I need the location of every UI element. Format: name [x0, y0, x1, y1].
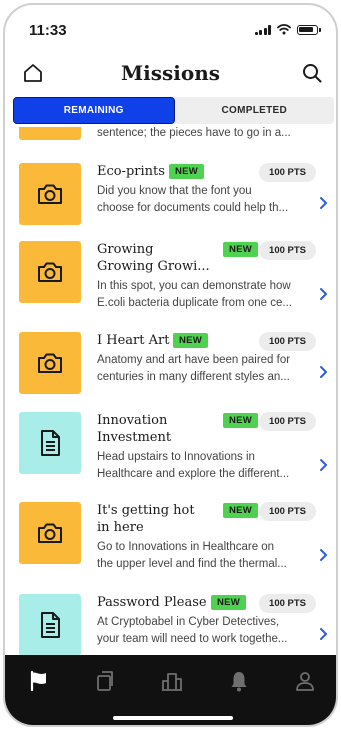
mission-description-line: Anatomy and art have been paired for	[97, 354, 291, 366]
new-badge: NEW	[169, 164, 205, 179]
list-item[interactable]: Password Please NEW 100 PTS At Cryptobabel …	[5, 594, 336, 655]
mission-title: It's getting hot in here	[97, 502, 215, 536]
mission-tabs: REMAINING COMPLETED	[13, 97, 334, 124]
points-badge: 100 PTS	[259, 412, 316, 431]
mission-description-line: In this spot, you can demonstrate how	[97, 280, 291, 292]
mission-title-line: Growing	[97, 242, 154, 257]
mission-description: Go to Innovations in Healthcare on the up…	[97, 539, 313, 573]
mission-title: I Heart Art	[97, 332, 169, 349]
mission-description-line: Head upstairs to Innovations in	[97, 451, 255, 463]
mission-description-line: E.coli bacteria duplicate from one ce...	[97, 297, 292, 309]
list-item-partial[interactable]: sentence; the pieces have to go in a...	[5, 127, 336, 143]
camera-tile	[19, 332, 81, 394]
camera-tile	[19, 163, 81, 225]
status-bar: 11:33	[5, 5, 336, 49]
signal-icon	[254, 24, 271, 35]
chevron-right-icon[interactable]	[318, 196, 328, 210]
mission-title-line: Innovation	[97, 413, 168, 428]
mission-description-line: centuries in many different styles an...	[97, 371, 290, 383]
bell-icon[interactable]	[227, 669, 251, 693]
phone-frame: 11:33 Missions REMAINING COMPLETED sente…	[3, 3, 338, 727]
mission-description-line: At Cryptobabel in Cyber Detectives,	[97, 616, 280, 628]
bottom-nav	[5, 655, 336, 725]
list-item[interactable]: Innovation Investment NEW 100 PTS Head upsta…	[5, 412, 336, 488]
chevron-right-icon[interactable]	[318, 458, 328, 472]
points-badge: 100 PTS	[259, 163, 316, 182]
camera-tile	[19, 241, 81, 303]
new-badge: NEW	[223, 242, 259, 257]
profile-icon[interactable]	[293, 669, 317, 693]
new-badge: NEW	[223, 503, 259, 518]
cards-icon[interactable]	[93, 669, 117, 693]
new-badge: NEW	[173, 333, 209, 348]
tab-completed[interactable]: COMPLETED	[175, 97, 335, 124]
list-item[interactable]: Growing Growing Growi... NEW 100 PTS In this…	[5, 241, 336, 317]
mission-description-line: the upper level and find the thermal...	[97, 558, 287, 570]
points-badge: 100 PTS	[259, 502, 316, 521]
mission-description: At Cryptobabel in Cyber Detectives, your …	[97, 614, 313, 648]
header-bar: Missions	[5, 53, 336, 93]
camera-icon	[38, 184, 62, 204]
mission-description: sentence; the pieces have to go in a...	[97, 127, 291, 139]
mission-description-line: your team will need to work togethe...	[97, 633, 288, 645]
points-badge: 100 PTS	[259, 332, 316, 351]
camera-icon	[38, 262, 62, 282]
home-indicator	[113, 716, 233, 720]
status-icons	[254, 24, 321, 35]
chevron-right-icon[interactable]	[318, 287, 328, 301]
mission-description-line: Did you know that the font you	[97, 185, 252, 197]
mission-title-line: Investment	[97, 430, 172, 445]
mission-title-line: Growing Growi...	[97, 259, 210, 274]
points-badge: 100 PTS	[259, 241, 316, 260]
document-icon	[41, 430, 60, 456]
document-tile	[19, 412, 81, 474]
points-badge: 100 PTS	[259, 594, 316, 613]
status-time: 11:33	[29, 22, 67, 39]
document-tile	[19, 594, 81, 655]
document-icon	[41, 612, 60, 638]
camera-icon	[38, 353, 62, 373]
mission-description-line: Go to Innovations in Healthcare on	[97, 541, 275, 553]
new-badge: NEW	[211, 595, 247, 610]
mission-title-line: It's getting hot	[97, 503, 195, 518]
mission-title-line: I Heart Art	[97, 333, 170, 348]
list-item[interactable]: I Heart Art NEW 100 PTS Anatomy and art hav…	[5, 332, 336, 408]
mission-title-line: in here	[97, 520, 144, 535]
page-title: Missions	[121, 61, 220, 85]
mission-title: Innovation Investment	[97, 412, 215, 446]
mission-description-line: choose for documents could help th...	[97, 202, 289, 214]
camera-icon	[38, 523, 62, 543]
chevron-right-icon[interactable]	[318, 627, 328, 641]
leaderboard-icon[interactable]	[160, 669, 184, 693]
mission-title: Eco-prints	[97, 163, 165, 180]
mission-title-line: Password Please	[97, 595, 207, 610]
search-icon[interactable]	[300, 61, 324, 85]
wifi-icon	[277, 24, 291, 35]
mission-title: Growing Growing Growi...	[97, 241, 215, 275]
new-badge: NEW	[223, 413, 259, 428]
mission-description: In this spot, you can demonstrate how E.c…	[97, 278, 313, 312]
list-item[interactable]: Eco-prints NEW 100 PTS Did you know that th…	[5, 163, 336, 239]
tab-remaining[interactable]: REMAINING	[13, 97, 175, 124]
list-item[interactable]: It's getting hot in here NEW 100 PTS Go to I…	[5, 502, 336, 578]
mission-description: Head upstairs to Innovations in Healthcar…	[97, 449, 313, 483]
mission-list[interactable]: sentence; the pieces have to go in a... …	[5, 127, 336, 655]
mission-title-line: Eco-prints	[97, 164, 165, 179]
flag-icon[interactable]	[27, 669, 51, 693]
camera-tile	[19, 502, 81, 564]
mission-title: Password Please	[97, 594, 207, 611]
mission-description: Anatomy and art have been paired for cent…	[97, 352, 313, 386]
mission-description: Did you know that the font you choose for…	[97, 183, 313, 217]
chevron-right-icon[interactable]	[318, 365, 328, 379]
mission-description-line: Healthcare and explore the different...	[97, 468, 290, 480]
chevron-right-icon[interactable]	[318, 548, 328, 562]
battery-icon	[297, 24, 321, 35]
camera-tile	[19, 127, 81, 140]
